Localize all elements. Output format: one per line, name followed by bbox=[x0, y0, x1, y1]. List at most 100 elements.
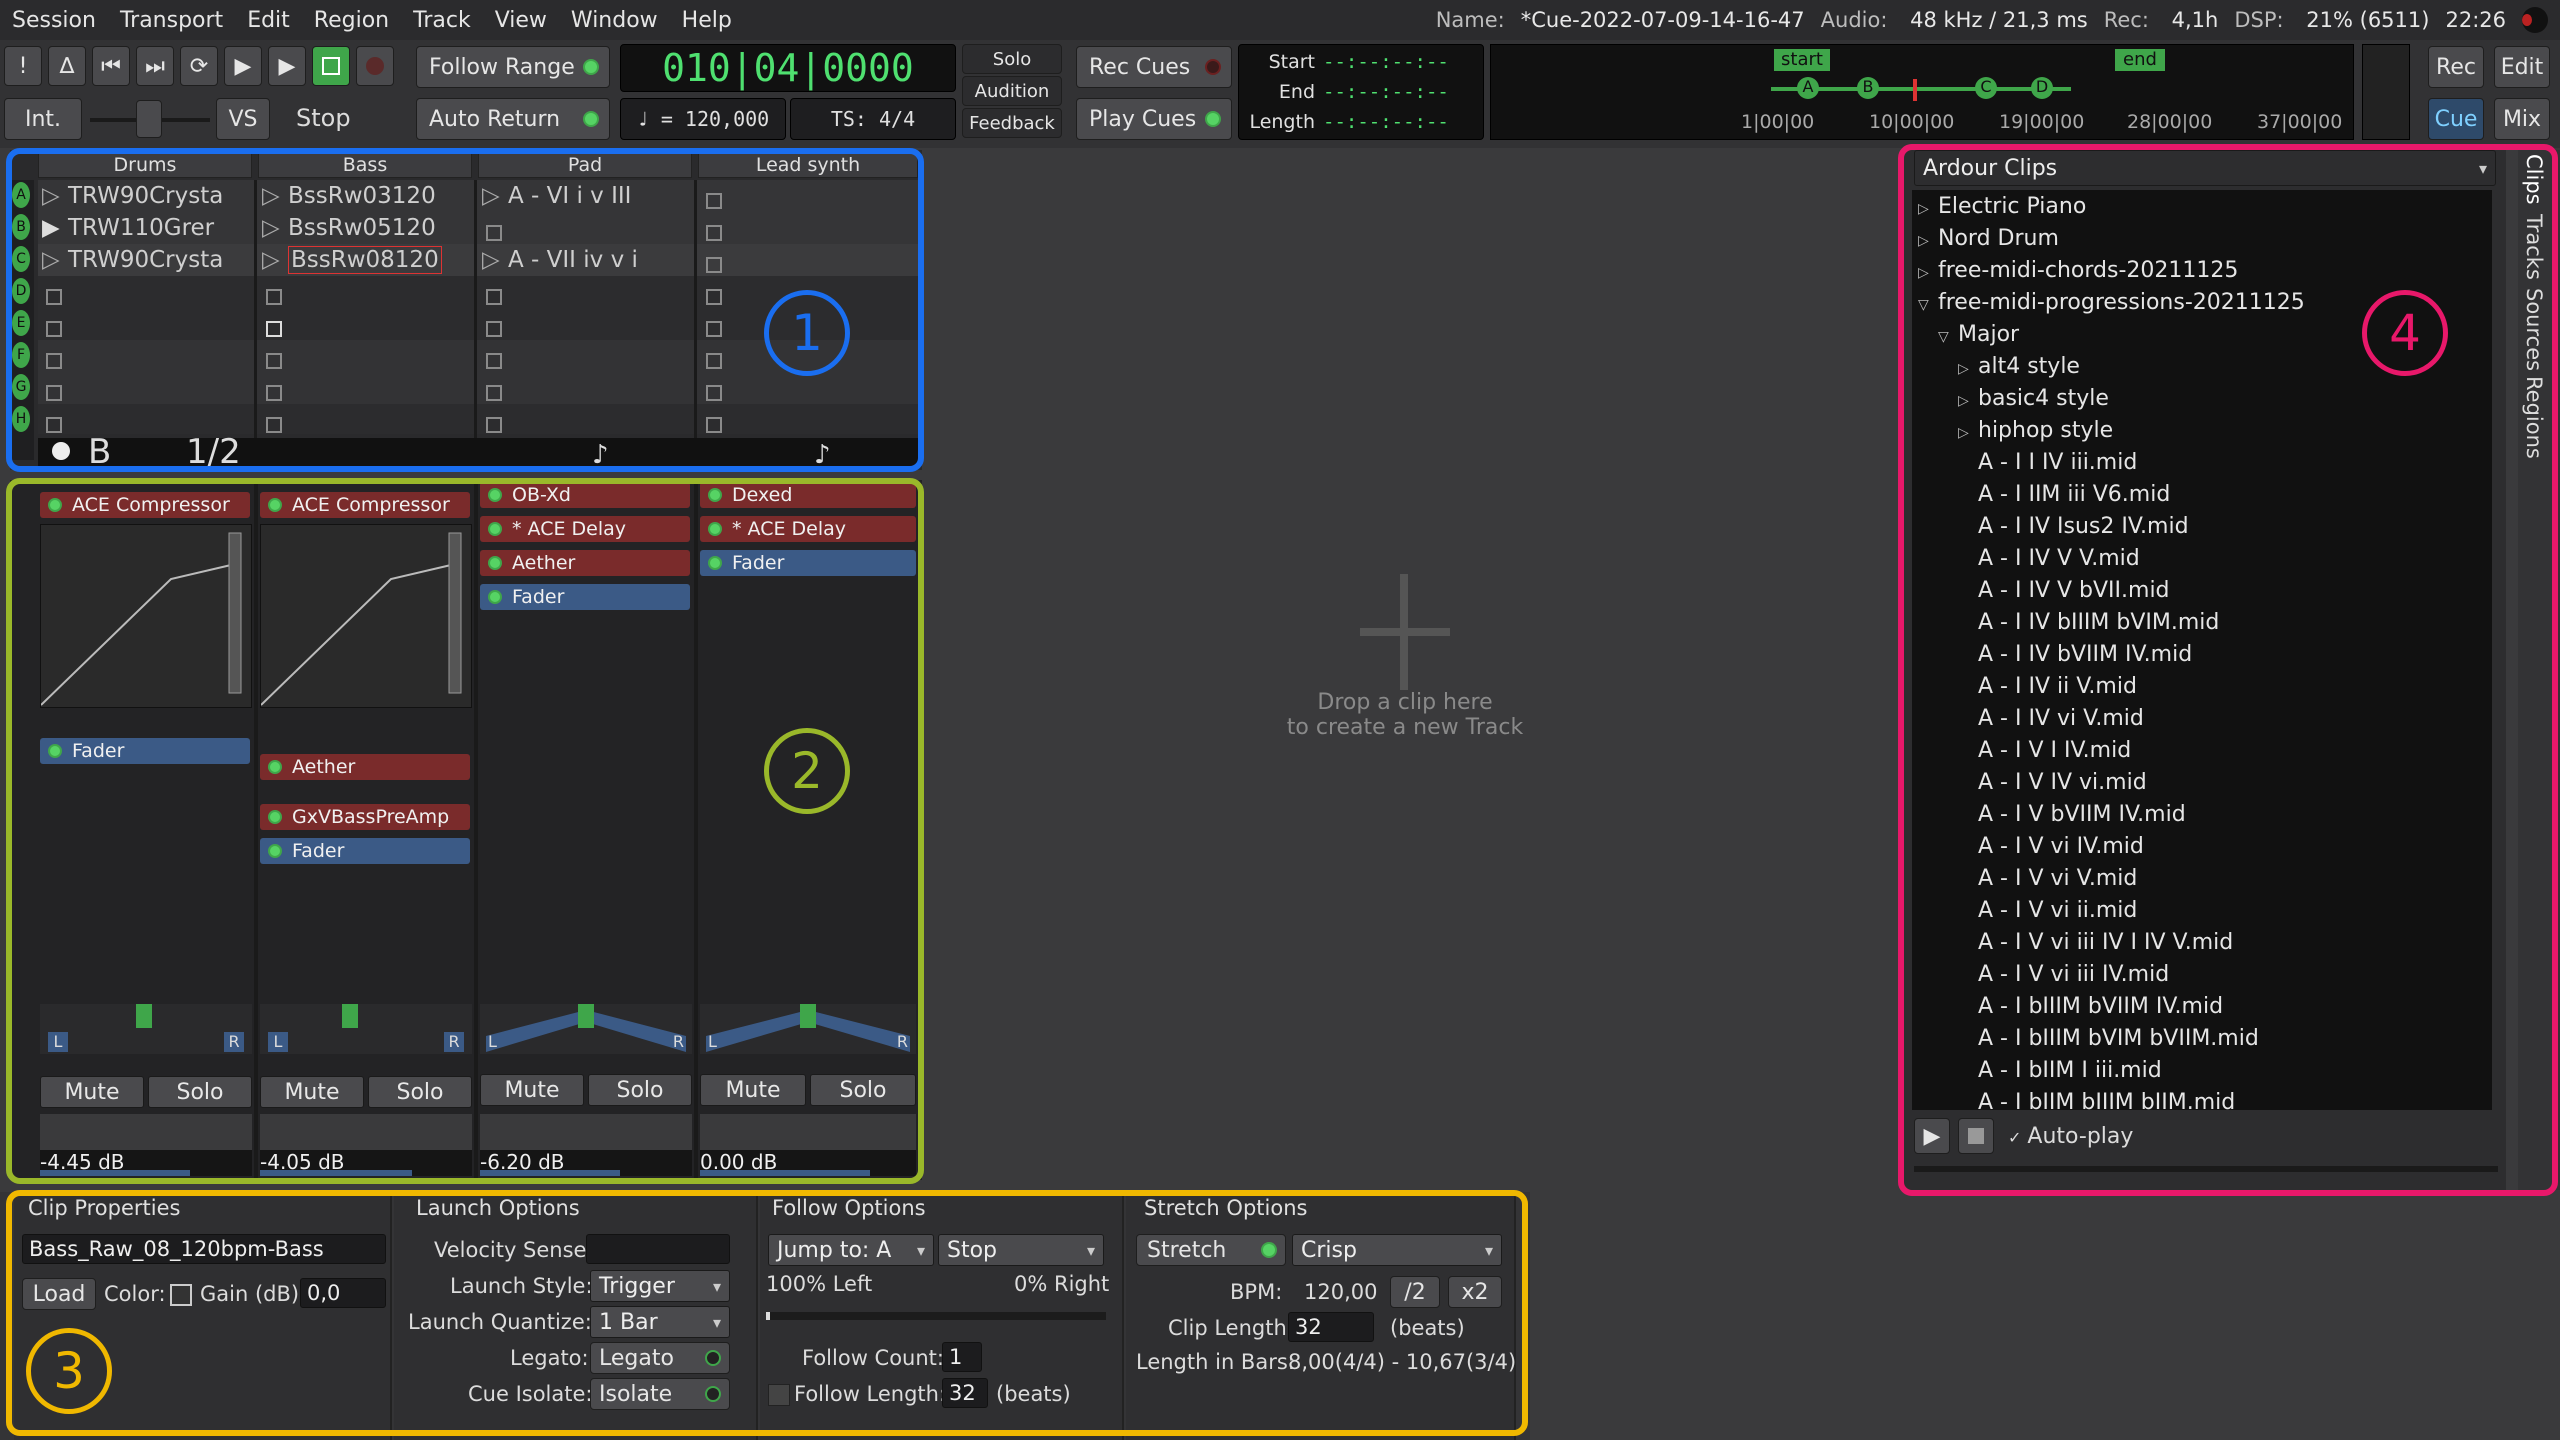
mix-window-button[interactable]: Mix bbox=[2494, 98, 2550, 140]
plugin-fader[interactable]: Fader bbox=[700, 550, 916, 576]
cue-launch-h[interactable]: H bbox=[12, 406, 30, 432]
tree-file[interactable]: A - I bIIIM bVIM bVIIM.mid bbox=[1958, 1026, 2259, 1056]
rec-window-button[interactable]: Rec bbox=[2428, 46, 2484, 88]
tree-file[interactable]: A - I V IV vi.mid bbox=[1958, 770, 2147, 800]
tree-file[interactable]: A - I V vi V.mid bbox=[1958, 866, 2137, 896]
expander-closed-icon[interactable]: ▷ bbox=[1918, 265, 1938, 281]
plugin-active-led[interactable] bbox=[488, 556, 502, 570]
tree-file[interactable]: A - I V vi ii.mid bbox=[1958, 898, 2137, 928]
tree-file[interactable]: A - I I IV iii.mid bbox=[1958, 450, 2137, 480]
pan-position-indicator[interactable] bbox=[578, 1004, 594, 1028]
play-preview-icon[interactable]: ▶ bbox=[1914, 1118, 1950, 1154]
tree-folder[interactable]: ▷ basic4 style bbox=[1958, 386, 2109, 416]
menu-session[interactable]: Session bbox=[0, 8, 108, 33]
tree-folder[interactable]: ▷ Nord Drum bbox=[1918, 226, 2059, 256]
launch-quantize-dropdown[interactable]: 1 Bar bbox=[590, 1306, 730, 1338]
tree-file[interactable]: A - I V vi IV.mid bbox=[1958, 834, 2144, 864]
solo-button[interactable]: Solo bbox=[368, 1076, 472, 1108]
empty-slot[interactable] bbox=[46, 318, 62, 343]
cue-marker-a[interactable]: A bbox=[1797, 77, 1819, 99]
pan-position-indicator[interactable] bbox=[800, 1004, 816, 1028]
stop-preview-icon[interactable] bbox=[1958, 1118, 1994, 1154]
empty-slot[interactable] bbox=[486, 318, 502, 343]
plugin-aether[interactable]: Aether bbox=[480, 550, 690, 576]
solo-button[interactable]: Solo bbox=[962, 44, 1062, 74]
cue-launch-a[interactable]: A bbox=[12, 182, 30, 208]
load-button[interactable]: Load bbox=[22, 1278, 96, 1310]
menu-help[interactable]: Help bbox=[670, 8, 744, 33]
play-slot-icon[interactable]: ▷ bbox=[262, 183, 288, 209]
cue-launch-d[interactable]: D bbox=[12, 278, 30, 304]
tree-file[interactable]: A - I V vi iii IV.mid bbox=[1958, 962, 2169, 992]
play-range-icon[interactable]: ▶ bbox=[224, 46, 262, 86]
empty-slot[interactable] bbox=[46, 414, 62, 439]
plugin-fader[interactable]: Fader bbox=[40, 738, 250, 764]
follow-action-1-dropdown[interactable]: Jump to: A bbox=[768, 1234, 934, 1266]
tree-folder[interactable]: ▷ hiphop style bbox=[1958, 418, 2113, 448]
play-slot-icon[interactable]: ▷ bbox=[482, 247, 508, 273]
tree-file[interactable]: A - I bIIM I iii.mid bbox=[1958, 1058, 2162, 1088]
solo-button[interactable]: Solo bbox=[148, 1076, 252, 1108]
double-tempo-button[interactable]: x2 bbox=[1448, 1276, 1502, 1308]
edit-window-button[interactable]: Edit bbox=[2494, 46, 2550, 88]
isolate-toggle[interactable]: Isolate bbox=[590, 1378, 730, 1410]
play-slot-icon[interactable]: ▷ bbox=[262, 215, 288, 241]
half-tempo-button[interactable]: /2 bbox=[1390, 1276, 1440, 1308]
panner-lead[interactable]: L R bbox=[700, 1004, 916, 1054]
plugin-ace-delay[interactable]: * ACE Delay bbox=[480, 516, 690, 542]
plugin-aether[interactable]: Aether bbox=[260, 754, 470, 780]
play-icon[interactable]: ▶ bbox=[268, 46, 306, 86]
plugin-dexed[interactable]: Dexed bbox=[700, 482, 916, 508]
expander-closed-icon[interactable]: ▷ bbox=[1958, 393, 1978, 409]
metronome-icon[interactable]: ∆ bbox=[48, 46, 86, 86]
clip-slot[interactable]: ▷ A - VII iv v i bbox=[482, 244, 692, 276]
tree-file[interactable]: A - I IV Isus2 IV.mid bbox=[1958, 514, 2189, 544]
audition-button[interactable]: Audition bbox=[962, 76, 1062, 106]
panner-drums[interactable]: L R bbox=[40, 1004, 252, 1054]
play-slot-icon[interactable]: ▷ bbox=[482, 183, 508, 209]
plugin-active-led[interactable] bbox=[268, 844, 282, 858]
plugin-active-led[interactable] bbox=[268, 810, 282, 824]
mute-button[interactable]: Mute bbox=[700, 1074, 806, 1106]
clip-slot[interactable]: ▶ TRW110Grer bbox=[42, 212, 252, 244]
velocity-sense-field[interactable] bbox=[586, 1234, 730, 1264]
tree-file[interactable]: A - I bIIIM bVIIM IV.mid bbox=[1958, 994, 2223, 1024]
loop-icon[interactable]: ⟳ bbox=[180, 46, 218, 86]
clip-name-field[interactable]: Bass_Raw_08_120bpm-Bass bbox=[22, 1234, 386, 1264]
cue-launch-f[interactable]: F bbox=[12, 342, 30, 368]
follow-length-checkbox[interactable] bbox=[768, 1384, 790, 1406]
play-slot-icon[interactable]: ▷ bbox=[262, 247, 288, 273]
vs-button[interactable]: VS bbox=[216, 98, 270, 140]
launch-style-dropdown[interactable]: Trigger bbox=[590, 1270, 730, 1302]
add-track-plus-icon[interactable] bbox=[1360, 574, 1450, 690]
empty-slot[interactable] bbox=[706, 254, 722, 279]
int-button[interactable]: Int. bbox=[4, 98, 82, 140]
empty-slot[interactable] bbox=[486, 350, 502, 375]
cue-window-button[interactable]: Cue bbox=[2428, 98, 2484, 140]
empty-slot[interactable] bbox=[46, 286, 62, 311]
stretch-toggle[interactable]: Stretch bbox=[1136, 1234, 1286, 1266]
panic-icon[interactable]: ! bbox=[4, 46, 42, 86]
empty-slot[interactable] bbox=[266, 414, 282, 439]
time-signature-display[interactable]: TS: 4/4 bbox=[790, 98, 956, 140]
gain-fader-bass[interactable]: -4.05 dB bbox=[260, 1114, 472, 1176]
tree-file[interactable]: A - I IV bVIIM IV.mid bbox=[1958, 642, 2192, 672]
bpm-value[interactable]: 120,00 bbox=[1304, 1280, 1377, 1304]
panner-bass[interactable]: L R bbox=[260, 1004, 472, 1054]
empty-slot[interactable] bbox=[706, 414, 722, 439]
gain-fader-pad[interactable]: -6.20 dB bbox=[480, 1114, 692, 1176]
tree-file[interactable]: A - I IV vi V.mid bbox=[1958, 706, 2144, 736]
plugin-active-led[interactable] bbox=[48, 744, 62, 758]
end-marker[interactable]: end bbox=[2115, 49, 2165, 71]
cue-marker-d[interactable]: D bbox=[2031, 77, 2053, 99]
empty-slot[interactable] bbox=[486, 222, 502, 247]
clip-gain-field[interactable]: 0,0 bbox=[300, 1278, 386, 1308]
rec-cues-button[interactable]: Rec Cues bbox=[1076, 46, 1232, 88]
goto-end-icon[interactable]: ⏭ bbox=[136, 46, 174, 86]
empty-slot[interactable] bbox=[706, 382, 722, 407]
plugin-active-led[interactable] bbox=[268, 498, 282, 512]
clip-length-field[interactable]: 32 bbox=[1288, 1312, 1374, 1342]
tab-sources[interactable]: Sources bbox=[2522, 288, 2546, 371]
empty-slot[interactable] bbox=[706, 222, 722, 247]
tree-file[interactable]: A - I V bVIIM IV.mid bbox=[1958, 802, 2186, 832]
